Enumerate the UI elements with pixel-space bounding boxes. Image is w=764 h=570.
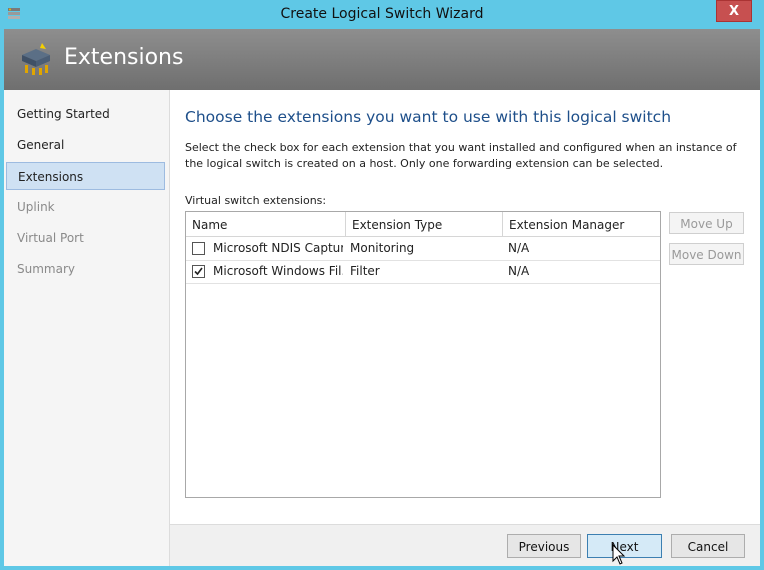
column-header-extension-manager[interactable]: Extension Manager <box>503 212 660 236</box>
row-extension-manager: N/A <box>508 264 530 278</box>
page-title: Choose the extensions you want to use wi… <box>185 108 672 126</box>
close-button[interactable]: X <box>716 0 752 22</box>
nav-item-general[interactable]: General <box>6 131 165 159</box>
wizard-header: Extensions <box>4 29 760 90</box>
close-icon: X <box>728 3 740 19</box>
row-checkbox[interactable] <box>192 242 205 255</box>
nav-item-summary: Summary <box>6 255 165 283</box>
nav-item-extensions[interactable]: Extensions <box>6 162 165 190</box>
row-name: Microsoft Windows Fil... <box>213 264 343 278</box>
row-checkbox[interactable] <box>192 265 205 278</box>
row-extension-manager: N/A <box>508 241 530 255</box>
wizard-client-area: Extensions Getting Started General Exten… <box>4 29 760 566</box>
page-description: Select the check box for each extension … <box>185 141 737 170</box>
nav-item-label: Summary <box>17 262 75 276</box>
column-header-name[interactable]: Name <box>186 212 346 236</box>
extensions-grid[interactable]: Name Extension Type Extension Manager Mi… <box>185 211 661 498</box>
wizard-window: Create Logical Switch Wizard X Extension… <box>0 0 764 570</box>
nav-item-label: Virtual Port <box>17 231 84 245</box>
header-title: Extensions <box>64 45 184 70</box>
window-title: Create Logical Switch Wizard <box>280 6 484 22</box>
nav-item-label: Getting Started <box>17 107 110 121</box>
nav-item-virtual-port: Virtual Port <box>6 224 165 252</box>
nav-item-getting-started[interactable]: Getting Started <box>6 100 165 128</box>
row-name: Microsoft NDIS Capture <box>213 241 343 255</box>
cancel-button[interactable]: Cancel <box>671 534 745 558</box>
row-extension-type: Filter <box>350 264 380 278</box>
title-bar: Create Logical Switch Wizard X <box>0 0 764 28</box>
logical-switch-icon <box>22 43 50 75</box>
nav-item-uplink: Uplink <box>6 193 165 221</box>
table-row[interactable]: Microsoft NDIS Capture Monitoring N/A <box>186 237 660 261</box>
column-header-extension-type[interactable]: Extension Type <box>346 212 503 236</box>
page-content: Choose the extensions you want to use wi… <box>170 90 760 524</box>
wizard-nav: Getting Started General Extensions Uplin… <box>4 90 170 566</box>
wizard-footer: Previous Next Cancel <box>170 524 760 566</box>
nav-item-label: Uplink <box>17 200 55 214</box>
table-row[interactable]: Microsoft Windows Fil... Filter N/A <box>186 260 660 284</box>
extensions-list-label: Virtual switch extensions: <box>185 194 327 207</box>
move-down-button[interactable]: Move Down <box>669 243 744 265</box>
row-extension-type: Monitoring <box>350 241 415 255</box>
move-up-button[interactable]: Move Up <box>669 212 744 234</box>
previous-button[interactable]: Previous <box>507 534 581 558</box>
grid-header: Name Extension Type Extension Manager <box>186 212 660 237</box>
nav-item-label: Extensions <box>18 170 84 184</box>
mouse-cursor-icon <box>612 544 626 565</box>
checkmark-icon <box>194 267 203 276</box>
nav-item-label: General <box>17 138 65 152</box>
